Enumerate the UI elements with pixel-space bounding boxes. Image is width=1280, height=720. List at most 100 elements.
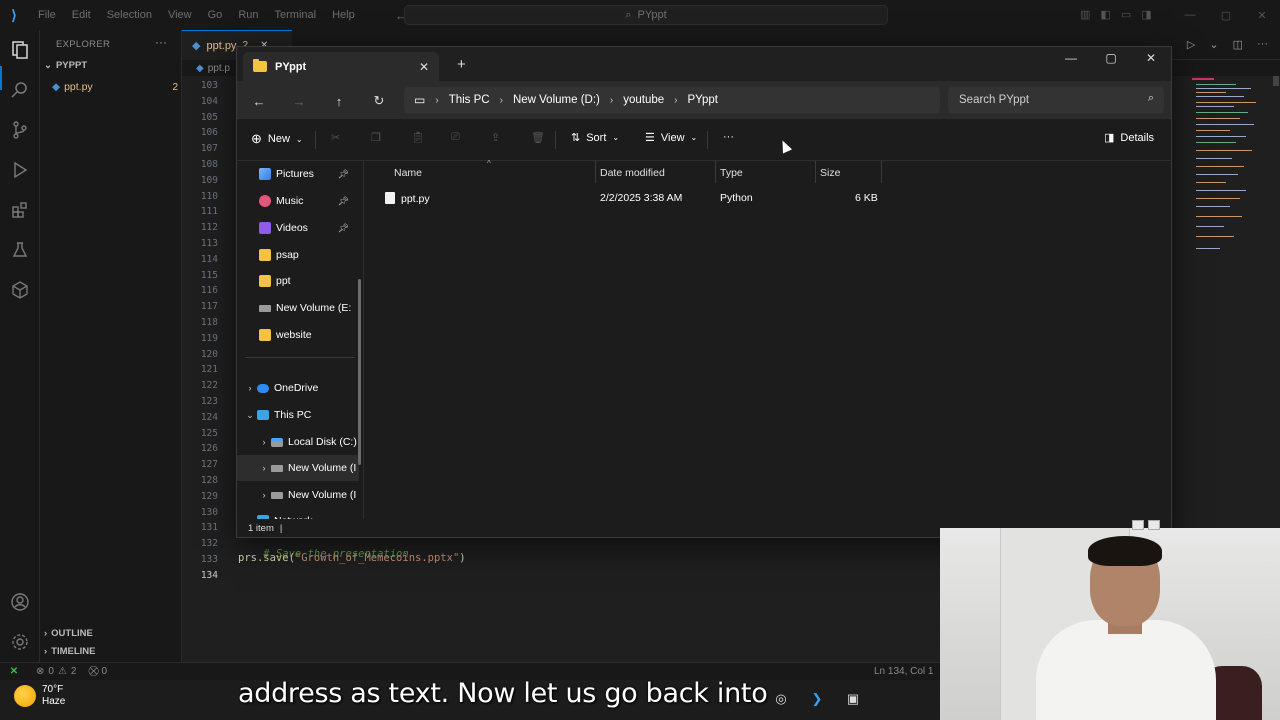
more-actions-icon[interactable]: ···	[1257, 38, 1268, 51]
forward-arrow-icon[interactable]: →	[289, 91, 309, 111]
column-divider[interactable]	[881, 161, 882, 183]
chevron-right-icon[interactable]: ›	[257, 437, 271, 447]
restore-icon[interactable]	[1132, 520, 1144, 530]
rename-icon[interactable]: ⎚	[451, 131, 460, 144]
menu-terminal[interactable]: Terminal	[267, 9, 325, 21]
timeline-section[interactable]: › TIMELINE	[44, 646, 96, 657]
source-control-icon[interactable]	[8, 118, 32, 142]
workspace-folder[interactable]: ⌄ PYPPT	[44, 60, 87, 71]
nav-scrollbar[interactable]	[358, 279, 361, 465]
extensions-icon[interactable]	[8, 198, 32, 222]
menu-help[interactable]: Help	[324, 9, 363, 21]
details-button[interactable]: ◨ Details	[1104, 131, 1154, 145]
share-icon[interactable]: ⇪	[491, 131, 500, 144]
panel-toggle-icon[interactable]: ▭	[1121, 8, 1131, 21]
vscode-command-search[interactable]: ⌕ PYppt	[404, 5, 888, 25]
file-row[interactable]: ppt.py 2/2/2025 3:38 AM Python 6 KB	[367, 187, 887, 211]
run-icon[interactable]: ▷	[1187, 38, 1195, 51]
address-bar[interactable]: ▭ › This PC › New Volume (D:) › youtube …	[404, 87, 940, 113]
up-arrow-icon[interactable]: ↑	[329, 91, 349, 111]
breadcrumb-new-volume[interactable]: New Volume (D:)	[513, 94, 600, 106]
nav-item[interactable]: Pictures 📌︎	[237, 161, 359, 187]
breadcrumb-this-pc[interactable]: This PC	[449, 94, 490, 106]
menu-view[interactable]: View	[160, 9, 200, 21]
column-divider[interactable]	[595, 161, 596, 183]
minimap[interactable]	[1192, 76, 1272, 256]
chrome-icon[interactable]: ◎	[770, 688, 792, 710]
maximize-icon[interactable]: ▢	[1091, 47, 1131, 71]
nav-item[interactable]: › Local Disk (C:)	[237, 429, 359, 455]
split-editor-icon[interactable]: ◫	[1233, 38, 1243, 51]
close-icon[interactable]: ✕	[1131, 47, 1171, 71]
breadcrumb-pyppt[interactable]: PYppt	[687, 94, 717, 106]
nav-item[interactable]: › New Volume (I	[237, 455, 359, 481]
chevron-right-icon[interactable]: ›	[257, 463, 271, 473]
terminal-app-icon[interactable]: ▣	[842, 688, 864, 710]
testing-icon[interactable]	[8, 238, 32, 262]
sort-button[interactable]: ⇅ Sort ⌄	[571, 131, 619, 145]
maximize-icon[interactable]: ▢	[1208, 9, 1244, 22]
more-options-button[interactable]: ···	[723, 131, 734, 143]
secondary-sidebar-icon[interactable]: ◨	[1141, 8, 1151, 21]
close-icon[interactable]: ✕	[1244, 9, 1280, 22]
cursor-position[interactable]: Ln 134, Col 1	[874, 666, 934, 677]
new-tab-icon[interactable]: +	[457, 56, 466, 73]
nav-item[interactable]: ⌄ This PC	[237, 402, 359, 428]
menu-file[interactable]: File	[30, 9, 64, 21]
back-arrow-icon[interactable]: ←	[249, 91, 269, 111]
paste-icon[interactable]: 📋︎	[411, 131, 425, 144]
explorer-icon[interactable]	[8, 38, 32, 62]
settings-gear-icon[interactable]	[8, 630, 32, 654]
remote-explorer-icon[interactable]	[8, 278, 32, 302]
breadcrumb-youtube[interactable]: youtube	[623, 94, 664, 106]
nav-item[interactable]: New Volume (E:	[237, 295, 359, 321]
menu-run[interactable]: Run	[230, 9, 266, 21]
cut-icon[interactable]: ✂	[331, 131, 340, 144]
new-button[interactable]: ⊕ New ⌄	[251, 131, 303, 147]
remote-indicator-icon[interactable]: ✕	[0, 663, 28, 681]
nav-item[interactable]: website	[237, 322, 359, 348]
file-item-ppt-py[interactable]: ◆ ppt.py 2	[52, 79, 178, 95]
menu-selection[interactable]: Selection	[99, 9, 160, 21]
search-input[interactable]: Search PYppt ⌕	[948, 87, 1164, 113]
layout-icon[interactable]: ▥	[1080, 8, 1090, 21]
nav-item[interactable]: ppt	[237, 268, 359, 294]
nav-item[interactable]: › New Volume (I	[237, 482, 359, 508]
scrollbar-thumb[interactable]	[1273, 76, 1279, 86]
chevron-down-icon[interactable]: ⌄	[243, 410, 257, 421]
problems-indicator[interactable]: ⊗ 0 ⚠ 2	[36, 666, 76, 677]
refresh-icon[interactable]: ↻	[369, 91, 389, 111]
column-header-size[interactable]: Size	[820, 163, 840, 183]
minimize-icon[interactable]: —	[1051, 47, 1091, 71]
copy-icon[interactable]: ❐	[371, 131, 381, 144]
nav-item[interactable]: › OneDrive	[237, 375, 359, 401]
run-debug-icon[interactable]	[8, 158, 32, 182]
ports-indicator[interactable]: ⛒ 0	[88, 666, 107, 677]
column-header-date[interactable]: Date modified	[600, 163, 665, 183]
search-icon[interactable]	[8, 78, 32, 102]
column-divider[interactable]	[715, 161, 716, 183]
maximize-icon[interactable]	[1148, 520, 1160, 530]
chevron-right-icon[interactable]: ›	[243, 383, 257, 393]
nav-item[interactable]: Videos 📌︎	[237, 215, 359, 241]
more-actions-icon[interactable]: ···	[155, 35, 167, 49]
explorer-tab[interactable]: PYppt ✕	[243, 52, 439, 81]
minimize-icon[interactable]: —	[1172, 9, 1208, 21]
menu-go[interactable]: Go	[200, 9, 231, 21]
vscode-app-icon[interactable]: ❯	[806, 688, 828, 710]
accounts-icon[interactable]	[8, 590, 32, 614]
delete-icon[interactable]: 🗑︎	[531, 131, 545, 144]
breadcrumb-file[interactable]: ppt.p	[208, 63, 230, 74]
column-header-type[interactable]: Type	[720, 163, 743, 183]
outline-section[interactable]: › OUTLINE	[44, 628, 93, 639]
view-button[interactable]: ☰ View ⌄	[645, 131, 697, 145]
nav-item[interactable]: psap	[237, 242, 359, 268]
column-header-name[interactable]: Name	[394, 163, 422, 183]
sidebar-toggle-icon[interactable]: ◧	[1100, 8, 1110, 21]
nav-item[interactable]: Music 📌︎	[237, 188, 359, 214]
nav-item[interactable]: ›Network	[237, 508, 359, 519]
menu-edit[interactable]: Edit	[64, 9, 99, 21]
chevron-right-icon[interactable]: ›	[257, 490, 271, 500]
close-tab-icon[interactable]: ✕	[419, 60, 429, 74]
weather-widget[interactable]: 70°F Haze	[14, 684, 65, 708]
